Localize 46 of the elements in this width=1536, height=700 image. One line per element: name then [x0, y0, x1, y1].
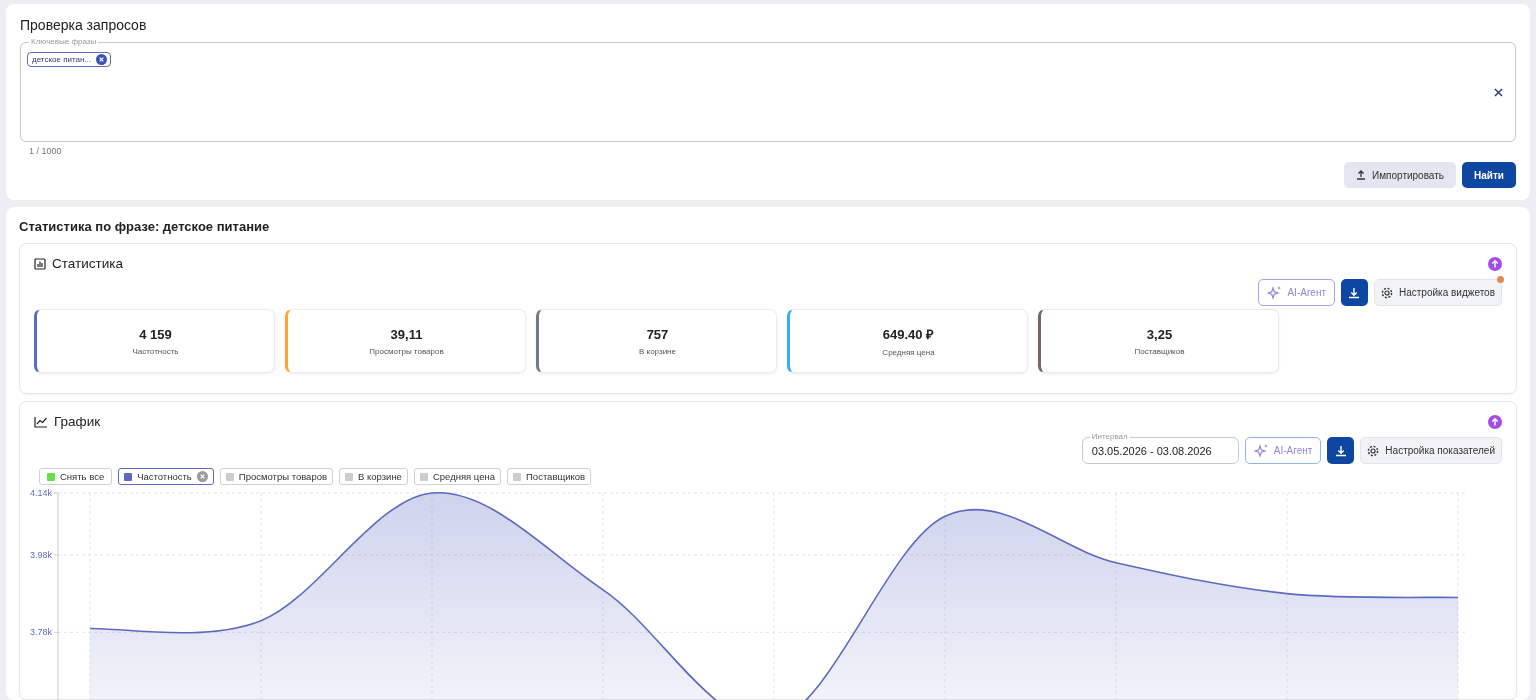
- download-button[interactable]: [1327, 437, 1355, 464]
- series-toggle[interactable]: В корзине: [339, 468, 408, 485]
- panel-title: Проверка запросов: [20, 17, 148, 33]
- settings-icon: [1367, 444, 1380, 457]
- metric-label: В корзине: [639, 346, 676, 356]
- character-counter: 1 / 1000: [29, 146, 63, 156]
- metric-label: Средняя цена: [882, 348, 935, 357]
- clear-icon[interactable]: [1494, 88, 1503, 97]
- metric-value: 3,25: [1146, 326, 1173, 342]
- metric-label: Просмотры товаров: [369, 346, 444, 356]
- y-tick-label: 3.98k: [30, 549, 52, 560]
- widget-settings-button[interactable]: Настройка виджетов: [1374, 279, 1502, 306]
- y-tick-label: 4.14k: [30, 488, 52, 498]
- metric-value: 4 159: [139, 326, 172, 342]
- search-button[interactable]: Найти: [1462, 162, 1516, 188]
- download-button[interactable]: [1341, 279, 1368, 306]
- date-range: 03.05.2026 - 03.08.2026: [1091, 444, 1212, 457]
- upload-icon: [1356, 170, 1366, 180]
- deselect-all-toggle[interactable]: Снять все: [39, 468, 113, 485]
- import-button[interactable]: Импортировать: [1344, 162, 1456, 188]
- metric-value: 39,11: [390, 326, 423, 342]
- series-toggle[interactable]: Средняя цена: [413, 468, 501, 485]
- sparkle-icon: [1253, 442, 1270, 459]
- metric-label: Частотность: [132, 346, 179, 356]
- metric-value: 649.40 ₽: [882, 326, 935, 343]
- series-toggle[interactable]: Просмотры товаров: [219, 468, 333, 485]
- metric-label: Поставщиков: [1134, 346, 1185, 356]
- bar-chart-icon: [34, 257, 46, 270]
- keyword-chip[interactable]: детское питан...: [27, 52, 112, 67]
- widget-title: Статистика: [52, 256, 123, 271]
- arrow-up-icon[interactable]: [1488, 256, 1502, 271]
- field-label: Интервал: [1089, 432, 1130, 441]
- remove-icon[interactable]: [96, 54, 108, 65]
- settings-icon: [1381, 286, 1393, 299]
- section-title: Статистика по фразе: детское питание: [19, 219, 271, 234]
- series-toggle[interactable]: Поставщиков: [507, 468, 592, 485]
- download-icon: [1348, 286, 1361, 299]
- metric-value: 757: [646, 326, 669, 342]
- field-label: Ключевые фразы: [29, 37, 99, 46]
- metric-settings-button[interactable]: Настройка показателей: [1360, 437, 1502, 464]
- download-icon: [1334, 444, 1347, 457]
- arrow-up-icon[interactable]: [1488, 414, 1502, 429]
- y-tick-label: 3.78k: [30, 627, 52, 638]
- widget-title: График: [54, 414, 101, 429]
- line-chart-icon: [34, 415, 48, 428]
- series-toggle[interactable]: Частотность: [118, 468, 214, 485]
